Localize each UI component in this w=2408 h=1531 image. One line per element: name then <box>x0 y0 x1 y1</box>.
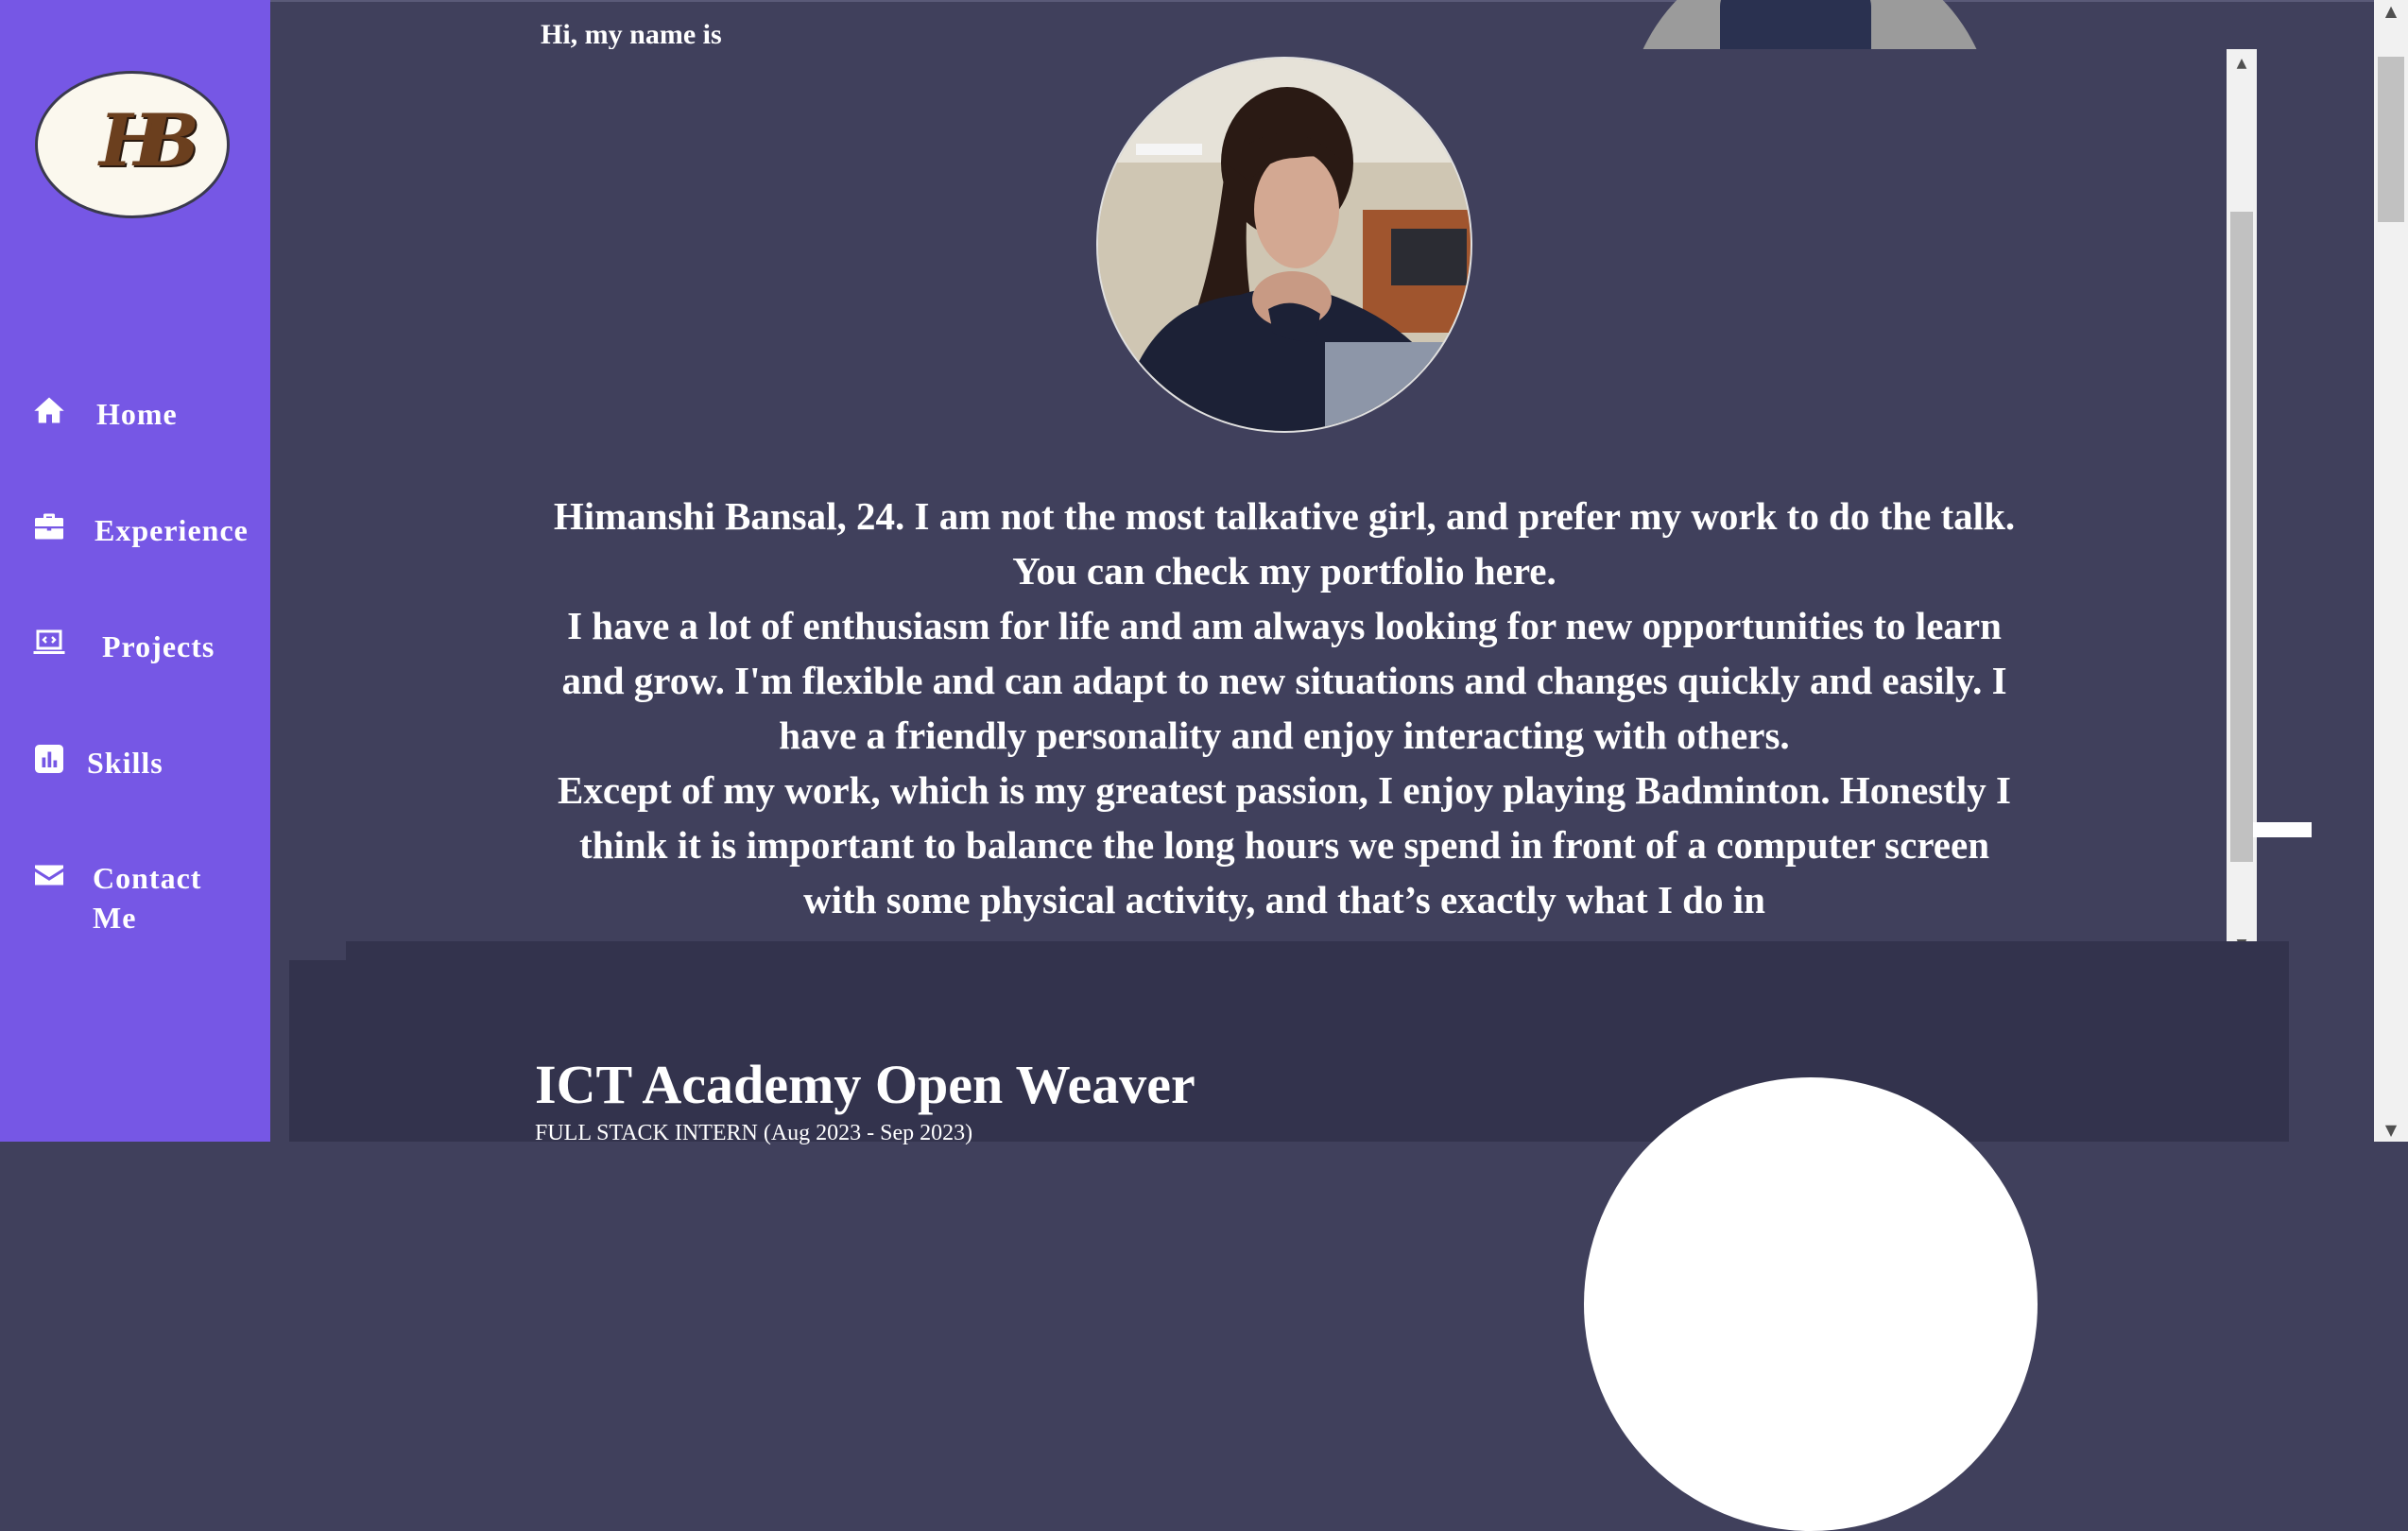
sidebar-item-label: Experience <box>95 513 249 547</box>
experience-logo <box>1584 1077 2038 1531</box>
section-notch <box>289 941 346 960</box>
about-text: Himanshi Bansal, 24. I am not the most t… <box>542 489 2026 927</box>
envelope-icon <box>35 865 63 886</box>
page-scroll-down-icon[interactable]: ▼ <box>2374 1119 2408 1142</box>
decorative-bar <box>2253 822 2312 837</box>
sidebar-item-contact[interactable]: Contact Me <box>32 861 259 938</box>
sidebar-item-skills[interactable]: Skills <box>32 745 163 781</box>
about-paragraph: I have a lot of enthusiasm for life and … <box>561 604 2007 757</box>
about-scrollbar-thumb[interactable] <box>2230 212 2253 862</box>
page-scrollbar-thumb[interactable] <box>2378 57 2404 222</box>
sidebar-item-label: Projects <box>102 629 215 663</box>
experience-title: ICT Academy Open Weaver <box>535 1054 1195 1115</box>
sidebar-item-home[interactable]: Home <box>32 397 178 432</box>
sidebar-item-label: Contact Me <box>93 861 202 935</box>
top-divider <box>270 0 2374 2</box>
home-icon <box>34 397 64 423</box>
sidebar-item-label: Home <box>96 397 178 431</box>
hero-photo <box>1625 0 1994 49</box>
sidebar-item-experience[interactable]: Experience <box>32 513 249 548</box>
experience-subtitle: FULL STACK INTERN (Aug 2023 - Sep 2023) <box>535 1121 973 1145</box>
laptop-code-icon <box>33 629 65 654</box>
profile-photo <box>1096 57 1472 433</box>
scroll-up-arrow-icon[interactable]: ▲ <box>2227 53 2257 74</box>
about-paragraph: Himanshi Bansal, 24. I am not the most t… <box>553 494 2016 593</box>
sidebar-item-projects[interactable]: Projects <box>32 629 215 664</box>
logo[interactable]: HB <box>35 71 230 218</box>
chart-bar-icon <box>35 745 63 773</box>
briefcase-icon <box>35 513 63 540</box>
hero-greeting: Hi, my name is <box>541 19 722 49</box>
page-scroll-up-icon[interactable]: ▲ <box>2374 0 2408 23</box>
sidebar-item-label: Skills <box>87 746 163 780</box>
about-panel[interactable]: Himanshi Bansal, 24. I am not the most t… <box>346 49 2227 958</box>
logo-mark: HB <box>98 98 199 182</box>
sidebar: HB Home Experience Projects Skills Conta… <box>0 0 270 1142</box>
about-paragraph: Except of my work, which is my greatest … <box>558 768 2011 921</box>
